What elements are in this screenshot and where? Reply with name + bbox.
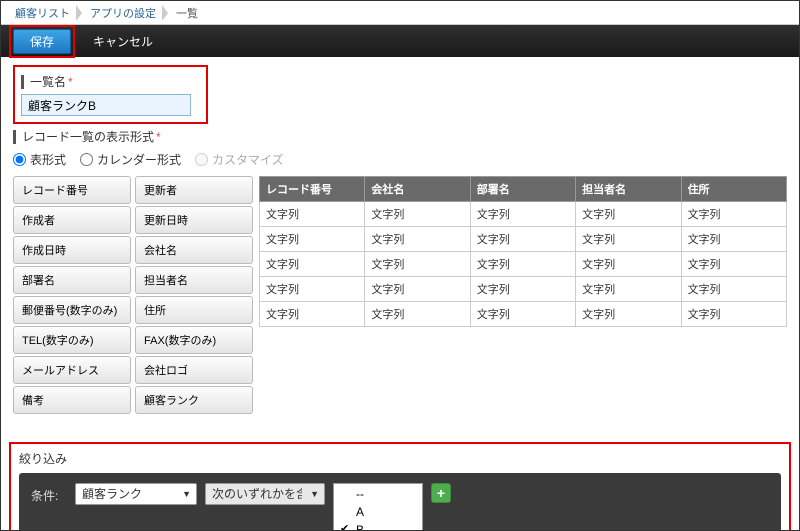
filter-section: 絞り込み 条件: 顧客ランク 次のいずれかを含む --ABC + [9,442,791,531]
field-button[interactable]: 備考 [13,386,131,414]
listbox-option[interactable]: A [334,503,422,521]
table-header: 部署名 [470,177,575,202]
field-button[interactable]: 作成者 [13,206,131,234]
breadcrumb: 顧客リスト アプリの設定 一覧 [1,1,799,25]
table-header: 会社名 [365,177,470,202]
field-button[interactable]: 会社名 [135,236,253,264]
display-format-radios: 表形式 カレンダー形式 カスタマイズ [13,151,787,168]
preview-table: レコード番号会社名部署名担当者名住所 文字列文字列文字列文字列文字列文字列文字列… [259,176,787,327]
field-button[interactable]: 会社ロゴ [135,356,253,384]
list-name-input[interactable] [21,94,191,116]
condition-field-select[interactable]: 顧客ランク [75,483,197,505]
breadcrumb-item: 一覧 [168,3,210,23]
field-button[interactable]: 作成日時 [13,236,131,264]
field-button[interactable]: 担当者名 [135,266,253,294]
field-button[interactable]: メールアドレス [13,356,131,384]
radio-calendar[interactable]: カレンダー形式 [80,151,181,168]
field-button[interactable]: レコード番号 [13,176,131,204]
listbox-option[interactable]: B [334,521,422,531]
condition-label: 条件: [31,483,67,504]
table-row: 文字列文字列文字列文字列文字列 [260,302,787,327]
add-condition-button[interactable]: + [431,483,451,503]
condition-operator-select[interactable]: 次のいずれかを含む [205,483,325,505]
table-header: 担当者名 [576,177,681,202]
table-header: 住所 [681,177,786,202]
field-button[interactable]: FAX(数字のみ) [135,326,253,354]
field-button[interactable]: 顧客ランク [135,386,253,414]
condition-value-listbox[interactable]: --ABC [333,483,423,531]
action-bar: 保存 キャンセル [1,25,799,57]
list-name-label: 一覧名* [21,73,200,90]
listbox-option[interactable]: -- [334,485,422,503]
available-fields: レコード番号作成者作成日時部署名郵便番号(数字のみ)TEL(数字のみ)メールアド… [13,176,253,414]
radio-table[interactable]: 表形式 [13,151,66,168]
cancel-button[interactable]: キャンセル [93,33,153,50]
field-button[interactable]: 部署名 [13,266,131,294]
field-button[interactable]: 更新日時 [135,206,253,234]
table-row: 文字列文字列文字列文字列文字列 [260,277,787,302]
table-row: 文字列文字列文字列文字列文字列 [260,227,787,252]
table-row: 文字列文字列文字列文字列文字列 [260,252,787,277]
field-button[interactable]: 郵便番号(数字のみ) [13,296,131,324]
breadcrumb-item[interactable]: アプリの設定 [82,3,168,23]
table-header: レコード番号 [260,177,365,202]
table-row: 文字列文字列文字列文字列文字列 [260,202,787,227]
display-format-label: レコード一覧の表示形式* [13,128,787,145]
field-button[interactable]: TEL(数字のみ) [13,326,131,354]
radio-custom[interactable]: カスタマイズ [195,151,284,168]
save-button[interactable]: 保存 [13,29,71,54]
breadcrumb-item[interactable]: 顧客リスト [7,3,82,23]
field-button[interactable]: 住所 [135,296,253,324]
field-button[interactable]: 更新者 [135,176,253,204]
filter-title: 絞り込み [19,450,781,467]
